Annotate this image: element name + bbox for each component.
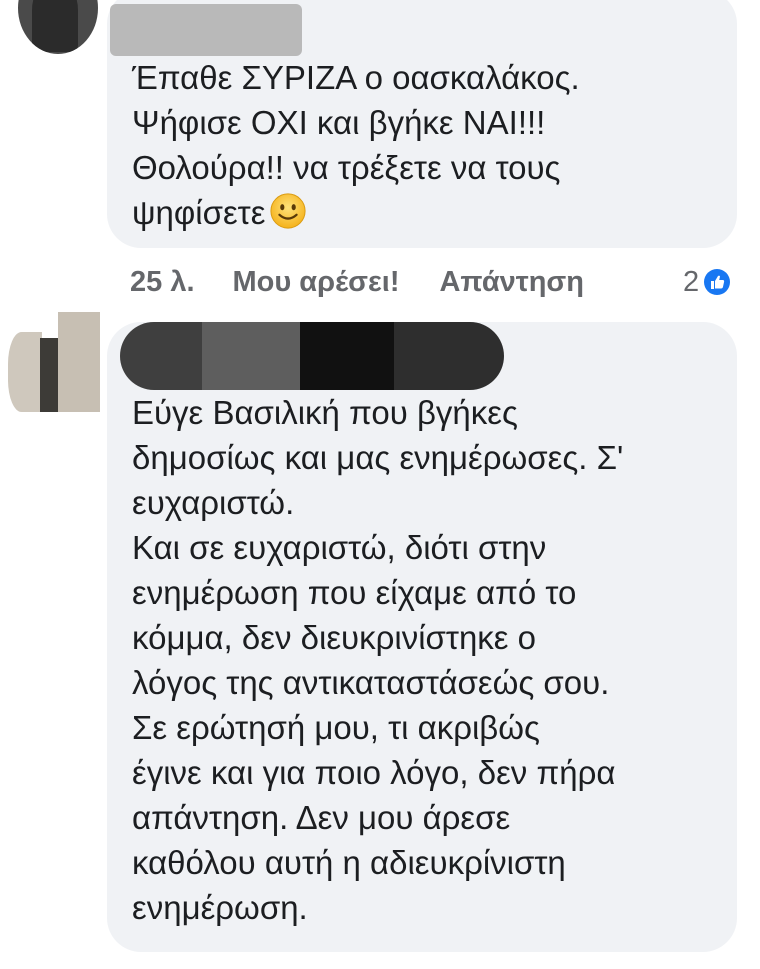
comment-text: Έπαθε ΣΥΡΙΖΑ ο οασκαλάκος. Ψήφισε ΟΧΙ κα… <box>132 59 580 231</box>
redacted-commenter-name <box>110 4 302 56</box>
like-button[interactable]: Μου αρέσει! <box>233 266 400 299</box>
comment-timestamp[interactable]: 25 λ. <box>130 266 195 299</box>
reaction-count: 2 <box>683 265 700 298</box>
like-icon <box>704 269 731 295</box>
comment-body: Έπαθε ΣΥΡΙΖΑ ο οασκαλάκος. Ψήφισε ΟΧΙ κα… <box>132 55 722 235</box>
reply-button[interactable]: Απάντηση <box>439 266 584 299</box>
comment-body: Εύγε Βασιλική που βγήκες δημοσίως και μα… <box>132 394 624 926</box>
commenter-avatar[interactable] <box>18 0 98 54</box>
commenter-avatar[interactable] <box>4 312 100 412</box>
reaction-summary[interactable]: 2 <box>683 262 731 302</box>
smiling-face-emoji-icon <box>270 193 307 229</box>
redacted-commenter-name <box>120 322 504 390</box>
comment-actions: 25 λ. Μου αρέσει! Απάντηση <box>130 262 584 302</box>
